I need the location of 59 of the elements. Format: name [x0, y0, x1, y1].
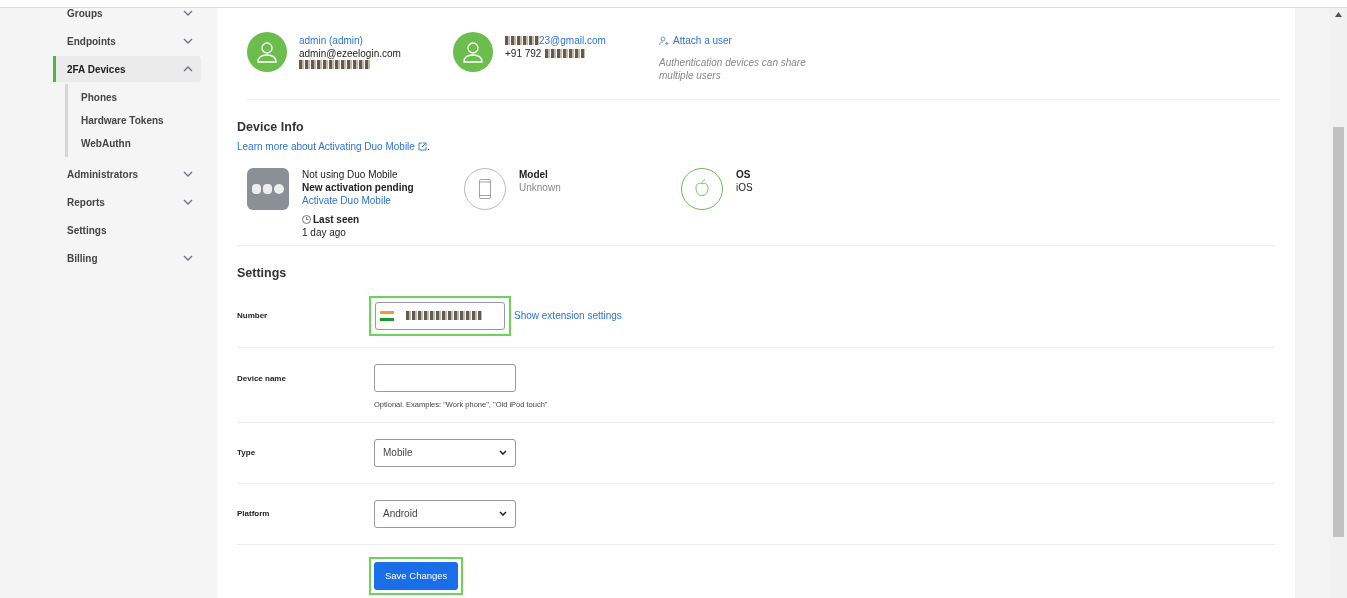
user-name-link[interactable]: admin (admin) [299, 34, 401, 47]
activate-duo-link[interactable]: Activate Duo Mobile [302, 193, 414, 207]
sidebar-item[interactable]: Endpoints [53, 28, 201, 54]
device-name-field[interactable] [374, 363, 516, 392]
last-seen-value: 1 day ago [302, 225, 347, 239]
user-email-link[interactable]: 23@gmail.com [539, 34, 606, 47]
chevron-down-icon [183, 171, 193, 177]
chevron-down-icon [499, 450, 507, 456]
chevron-down-icon [183, 255, 193, 261]
os-label: OS [736, 167, 752, 181]
sidebar-subitem[interactable]: Phones [81, 86, 201, 109]
section-title: Settings [237, 264, 288, 282]
field-label: Type [237, 446, 257, 459]
redacted-text [505, 36, 539, 45]
section-title: Device Info [237, 119, 305, 136]
chevron-down-icon [183, 38, 193, 44]
chevron-down-icon [183, 10, 193, 16]
field-label: Number [237, 309, 269, 322]
sidebar-item[interactable]: 2FA Devices [53, 56, 201, 82]
field-label: Platform [237, 507, 271, 520]
model-value: Unknown [519, 180, 561, 194]
chevron-down-icon [183, 199, 193, 205]
phone-number-field[interactable] [375, 301, 505, 330]
duo-logo-icon [247, 167, 289, 210]
india-flag-icon [380, 310, 394, 321]
select-field[interactable]: Android [374, 499, 516, 528]
save-changes-button[interactable]: Save Changes [374, 561, 459, 590]
os-value: iOS [736, 180, 753, 194]
chevron-up-icon [183, 66, 193, 72]
select-field[interactable]: Mobile [374, 438, 516, 467]
sidebar-item[interactable]: Administrators [53, 161, 201, 187]
period-text: . [426, 139, 430, 154]
sidebar-subitem[interactable]: WebAuthn [81, 132, 201, 155]
redacted-text [299, 60, 371, 69]
show-extension-settings-link[interactable]: Show extension settings [514, 308, 622, 323]
sidebar-item[interactable]: Reports [53, 189, 201, 215]
chevron-down-icon [499, 511, 507, 517]
duo-status: Not using Duo Mobile [302, 167, 399, 181]
external-link-icon [417, 141, 427, 151]
user-avatar [247, 32, 287, 72]
activation-status: New activation pending [302, 180, 414, 194]
last-seen-label: Last seen [313, 212, 360, 226]
learn-more-link[interactable]: Learn more about Activating Duo Mobile [237, 138, 415, 154]
clock-icon [302, 214, 311, 224]
model-label: Model [519, 167, 549, 181]
sidebar-item[interactable]: Billing [53, 245, 201, 271]
scroll-up-icon[interactable] [1335, 12, 1342, 17]
user-phone: +91 792 [505, 47, 542, 60]
user-add-icon [659, 35, 669, 46]
field-label: Device name [237, 372, 287, 385]
redacted-text [545, 49, 586, 58]
sidebar-item[interactable]: Settings [53, 217, 201, 243]
user-avatar [453, 32, 493, 72]
attach-user-link[interactable]: Attach a user [673, 34, 732, 47]
scrollbar-thumb[interactable] [1333, 127, 1344, 537]
sidebar-item[interactable]: Groups [53, 0, 201, 26]
attach-user-note: Authentication devices can share multiple users [659, 56, 807, 82]
sidebar-subitem[interactable]: Hardware Tokens [81, 109, 201, 132]
user-email: admin@ezeelogin.com [299, 47, 401, 60]
